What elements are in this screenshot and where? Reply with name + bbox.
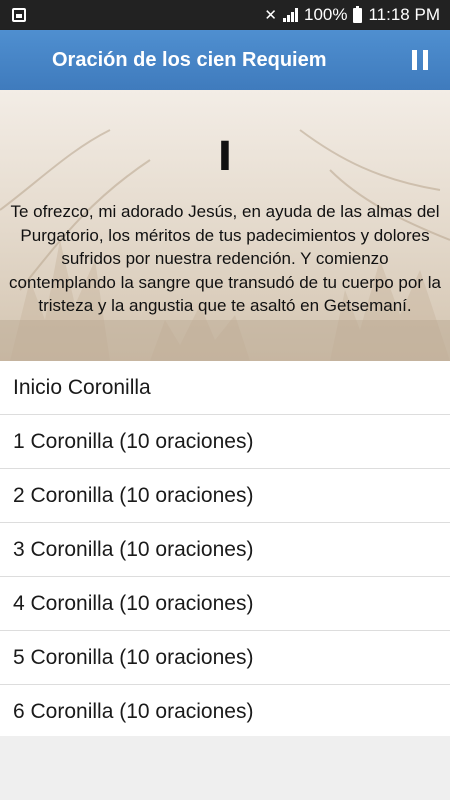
pause-button[interactable]	[412, 50, 428, 70]
list-item-coronilla-5[interactable]: 5 Coronilla (10 oraciones)	[0, 631, 450, 685]
clock: 11:18 PM	[368, 5, 440, 24]
status-bar: ✕ 100% 11:18 PM	[0, 0, 450, 30]
gallery-notification-icon	[12, 8, 26, 22]
decade-numeral: I	[217, 134, 233, 180]
pause-icon-bar-right	[423, 50, 428, 70]
prayer-text: Te ofrezco, mi adorado Jesús, en ayuda d…	[9, 202, 441, 315]
battery-icon	[353, 5, 363, 23]
battery-percent: 100%	[304, 5, 348, 24]
status-left	[12, 8, 26, 22]
list-item-coronilla-2[interactable]: 2 Coronilla (10 oraciones)	[0, 469, 450, 523]
list-item-inicio-coronilla[interactable]: Inicio Coronilla	[0, 361, 450, 415]
app-title: Oración de los cien Requiem	[52, 49, 327, 71]
coronilla-list: Inicio Coronilla 1 Coronilla (10 oracion…	[0, 361, 450, 736]
list-item-coronilla-6[interactable]: 6 Coronilla (10 oraciones)	[0, 685, 450, 736]
app-bar: Oración de los cien Requiem	[0, 30, 450, 90]
mute-icon: ✕	[264, 7, 277, 24]
prayer-header: I Te ofrezco, mi adorado Jesús, en ayuda…	[0, 90, 450, 361]
list-item-coronilla-4[interactable]: 4 Coronilla (10 oraciones)	[0, 577, 450, 631]
status-right: ✕ 100% 11:18 PM	[264, 5, 440, 25]
list-item-coronilla-1[interactable]: 1 Coronilla (10 oraciones)	[0, 415, 450, 469]
list-item-coronilla-3[interactable]: 3 Coronilla (10 oraciones)	[0, 523, 450, 577]
signal-icon	[283, 8, 298, 22]
pause-icon-bar-left	[412, 50, 417, 70]
